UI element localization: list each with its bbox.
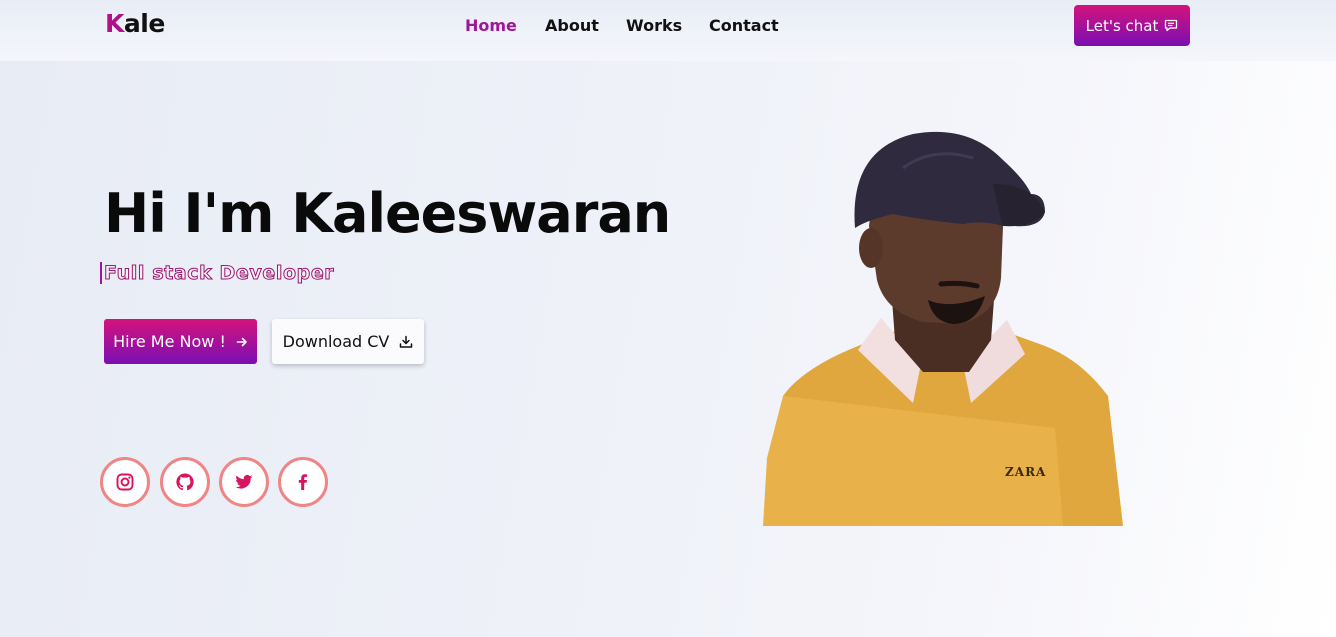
hire-me-label: Hire Me Now ! [113,332,226,351]
twitter-icon [235,474,253,489]
nav-link-home[interactable]: Home [465,16,517,35]
nav-link-works[interactable]: Works [626,16,682,35]
hero-title: Hi I'm Kaleeswaran [104,182,671,245]
chat-icon [1165,19,1178,32]
facebook-icon [298,474,308,490]
github-icon [176,473,194,491]
navbar: Kale Home About Works Contact Let's chat [0,0,1336,61]
github-link[interactable] [160,457,210,507]
hire-me-button[interactable]: Hire Me Now ! [104,319,257,364]
profile-photo: ZARA [763,131,1123,526]
lets-chat-label: Let's chat [1085,16,1159,35]
twitter-link[interactable] [219,457,269,507]
hero-subtitle: Full stack Developer [100,260,334,286]
nav-link-contact[interactable]: Contact [709,16,779,35]
hero-subtitle-text: Full stack Developer [103,262,335,285]
typing-cursor [100,262,102,284]
download-cv-button[interactable]: Download CV [272,319,424,364]
nav-link-about[interactable]: About [545,16,599,35]
lets-chat-button[interactable]: Let's chat [1074,5,1190,46]
download-cv-label: Download CV [282,332,390,351]
download-icon [400,335,413,348]
arrow-right-icon [236,337,247,346]
instagram-link[interactable] [100,457,150,507]
shirt-logo-text: ZARA [1005,465,1046,479]
facebook-link[interactable] [278,457,328,507]
instagram-icon [116,473,134,491]
